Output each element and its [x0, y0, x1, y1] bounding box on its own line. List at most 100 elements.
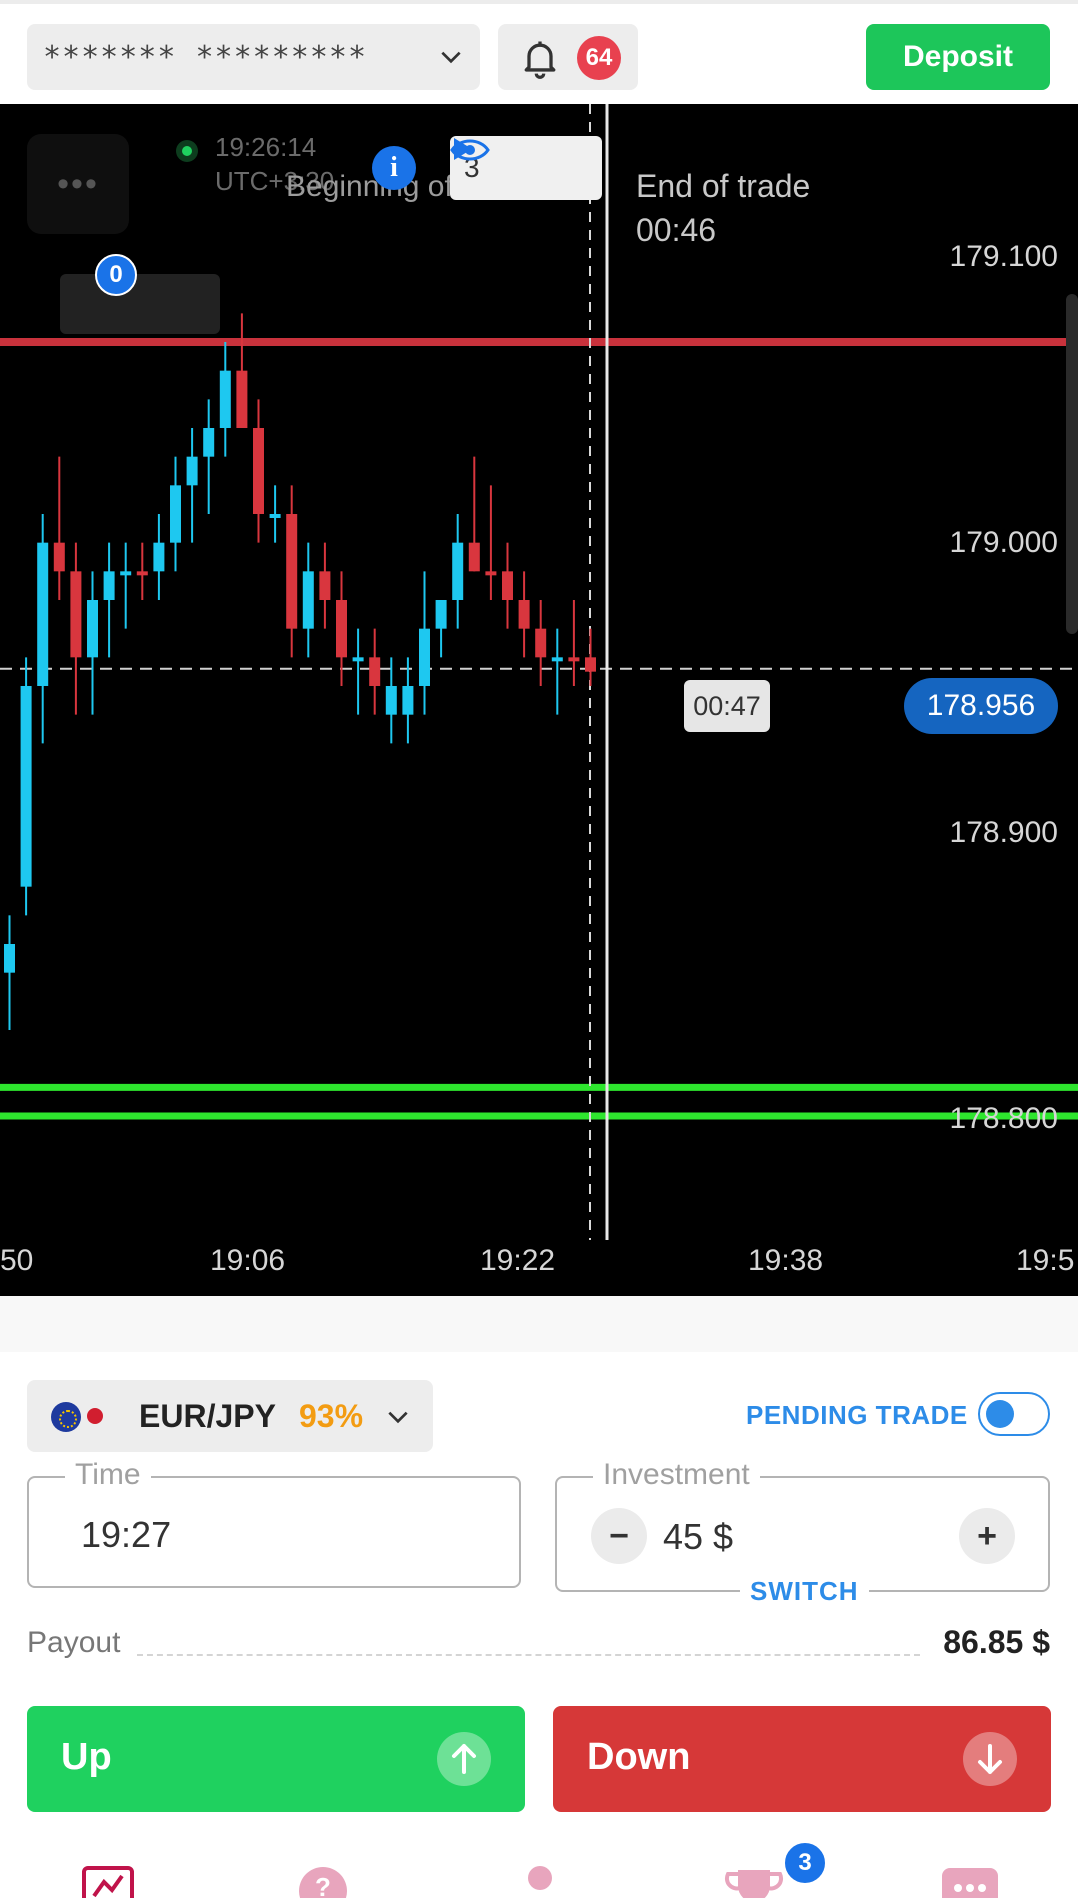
- asset-payout-percent: 93%: [299, 1398, 364, 1434]
- candle-body: [419, 628, 430, 686]
- countdown-timer: 00:47: [684, 680, 770, 732]
- bottom-nav: ? 3: [0, 1840, 1078, 1898]
- eye-icon: [450, 139, 490, 161]
- candle-body: [302, 571, 314, 629]
- time-field-label: Time: [65, 1458, 151, 1492]
- candle-body: [37, 542, 49, 686]
- end-of-trade-time: 00:46: [636, 212, 717, 248]
- chevron-down-icon: [388, 1411, 408, 1424]
- candle-body: [269, 514, 281, 518]
- asset-name: EUR/JPY: [139, 1398, 276, 1434]
- arrow-up-icon: [437, 1732, 491, 1786]
- candle-body: [435, 600, 447, 629]
- down-button-label: Down: [587, 1736, 691, 1778]
- up-button[interactable]: Up: [27, 1706, 525, 1812]
- time-tick-label: 19:06: [210, 1244, 286, 1277]
- payout-label: Payout: [27, 1626, 127, 1660]
- candle-body: [585, 657, 596, 672]
- notification-count-badge: 64: [577, 36, 621, 80]
- chevron-down-icon: [441, 51, 461, 64]
- decrease-investment-button[interactable]: −: [591, 1508, 647, 1564]
- eu-flag-icon: [51, 1402, 81, 1432]
- price-tick-label: 178.800: [949, 1102, 1058, 1135]
- pending-trade-label: PENDING TRADE: [746, 1400, 968, 1430]
- candle-body: [4, 944, 15, 973]
- candle-body: [286, 514, 298, 629]
- candle-body: [253, 428, 264, 514]
- chart-scrollbar[interactable]: [1066, 294, 1078, 634]
- help-icon[interactable]: ?: [298, 1866, 348, 1898]
- price-tick-label: 179.100: [949, 240, 1058, 273]
- up-button-label: Up: [61, 1736, 112, 1778]
- candle-body: [385, 686, 397, 715]
- increase-investment-button[interactable]: +: [959, 1508, 1015, 1564]
- panel-divider: [0, 1296, 1078, 1352]
- trophy-icon[interactable]: [724, 1866, 784, 1898]
- asset-selector[interactable]: EUR/JPY 93%: [27, 1380, 433, 1452]
- candle-body: [452, 542, 464, 600]
- candle-body: [87, 600, 98, 658]
- candle-body: [70, 571, 82, 658]
- candle-body: [20, 686, 32, 887]
- candle-body: [568, 657, 580, 662]
- notifications-button[interactable]: 64: [498, 24, 638, 90]
- time-value: 19:27: [81, 1514, 172, 1555]
- arrow-down-icon: [963, 1732, 1017, 1786]
- server-clock: 19:26:14: [215, 132, 317, 162]
- candle-body: [319, 571, 331, 600]
- end-of-trade-label: End of trade: [636, 168, 811, 204]
- server-status-icon: [176, 140, 198, 162]
- time-field[interactable]: Time 19:27: [27, 1458, 521, 1588]
- candle-body: [352, 657, 364, 662]
- account-name: ******* *********: [43, 39, 368, 75]
- investment-field-label: Investment: [593, 1458, 760, 1492]
- payout-divider: [137, 1654, 920, 1656]
- tournaments-badge: 3: [782, 1840, 828, 1886]
- candle-body: [186, 456, 198, 486]
- candle-body: [53, 542, 65, 572]
- open-trades-badge: 0: [95, 254, 137, 296]
- investment-field[interactable]: Investment − 45 $ +: [555, 1458, 1050, 1592]
- payout-row: Payout 86.85 $: [27, 1624, 1050, 1668]
- down-button[interactable]: Down: [553, 1706, 1051, 1812]
- top-bar: ******* ********* 64 Deposit: [0, 0, 1078, 104]
- switch-button[interactable]: SWITCH: [740, 1576, 869, 1607]
- time-tick-label: 19:22: [480, 1244, 556, 1277]
- price-tick-label: 178.900: [949, 816, 1058, 849]
- current-price-badge: 178.956: [904, 678, 1058, 734]
- payout-value: 86.85 $: [943, 1624, 1050, 1660]
- trading-chart-icon[interactable]: [82, 1866, 134, 1898]
- candle-body: [236, 370, 248, 428]
- trade-panel: EUR/JPY 93% PENDING TRADE Time 19:27 Inv…: [0, 1296, 1078, 1898]
- candle-body: [219, 370, 231, 428]
- candle-body: [518, 600, 530, 629]
- time-tick-label: 19:5: [1016, 1244, 1075, 1277]
- svg-text:?: ?: [315, 1872, 331, 1898]
- price-tick-label: 179.000: [949, 526, 1058, 559]
- pending-trade-toggle[interactable]: [978, 1392, 1050, 1436]
- time-tick-label: 19:38: [748, 1244, 824, 1277]
- candle-body: [369, 657, 381, 686]
- candle-body: [535, 628, 547, 658]
- candle-body: [153, 542, 165, 572]
- time-tick-label: 50: [0, 1244, 34, 1277]
- bell-icon: [524, 41, 556, 79]
- candle-body: [336, 600, 347, 658]
- investment-value: 45 $: [663, 1516, 734, 1557]
- info-icon[interactable]: i: [372, 146, 416, 190]
- active-trades-widget[interactable]: 3: [450, 136, 602, 200]
- deposit-button[interactable]: Deposit: [866, 24, 1050, 90]
- profile-icon[interactable]: [520, 1866, 560, 1898]
- candle-body: [136, 571, 148, 576]
- account-selector[interactable]: ******* *********: [27, 24, 480, 90]
- open-trades-button[interactable]: [60, 274, 220, 334]
- jp-flag-icon: [87, 1408, 103, 1424]
- price-chart[interactable]: ••• 0 19:26:14 UTC+3:30 Beginning of tra…: [0, 104, 1078, 1296]
- candle-body: [402, 686, 414, 715]
- more-icon[interactable]: [942, 1866, 998, 1898]
- candle-body: [468, 542, 480, 572]
- candle-body: [485, 571, 497, 576]
- chart-menu-button[interactable]: •••: [27, 134, 129, 234]
- candle-body: [103, 571, 115, 600]
- candle-body: [551, 657, 563, 662]
